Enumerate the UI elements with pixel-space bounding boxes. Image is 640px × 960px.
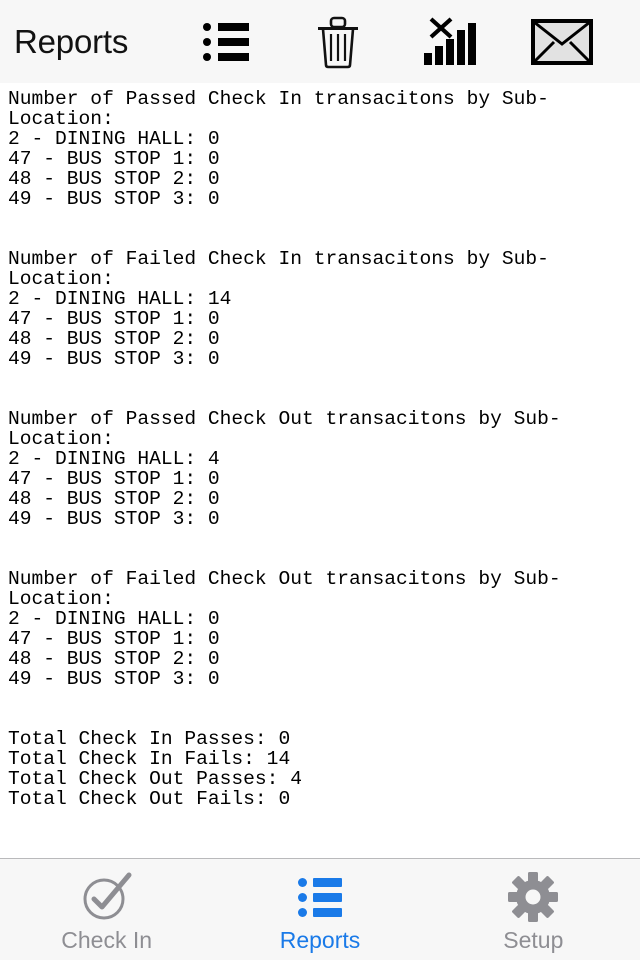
app-root: Reports Number of Passed Check In transa… [0, 0, 640, 960]
tab-reports-icon-wrap [297, 871, 342, 923]
navbar-actions [170, 0, 618, 83]
tab-reports[interactable]: Reports [213, 859, 426, 960]
navigation-bar: Reports [0, 0, 640, 83]
list-icon [203, 22, 249, 61]
tab-reports-label: Reports [279, 927, 361, 953]
envelope-icon [531, 18, 593, 65]
tab-setup-label: Setup [503, 927, 564, 953]
signal-off-icon [424, 16, 476, 65]
page-title: Reports [14, 23, 129, 60]
delete-button[interactable] [282, 0, 394, 83]
list-icon [297, 878, 342, 917]
check-circle-icon [83, 872, 132, 920]
report-text: Number of Passed Check In transacitons b… [8, 88, 561, 810]
tab-bar: Check In Reports Setup [0, 858, 640, 960]
tab-setup[interactable]: Setup [427, 859, 640, 960]
signal-status-button[interactable] [394, 0, 506, 83]
report-content[interactable]: Number of Passed Check In transacitons b… [0, 83, 640, 858]
tab-check-in-icon-wrap [81, 871, 133, 923]
tab-setup-icon-wrap [508, 871, 559, 923]
tab-check-in[interactable]: Check In [0, 859, 213, 960]
gear-icon [508, 872, 559, 922]
list-button[interactable] [170, 0, 282, 83]
trash-icon [318, 16, 358, 68]
email-button[interactable] [506, 0, 618, 83]
tab-check-in-label: Check In [61, 927, 153, 953]
